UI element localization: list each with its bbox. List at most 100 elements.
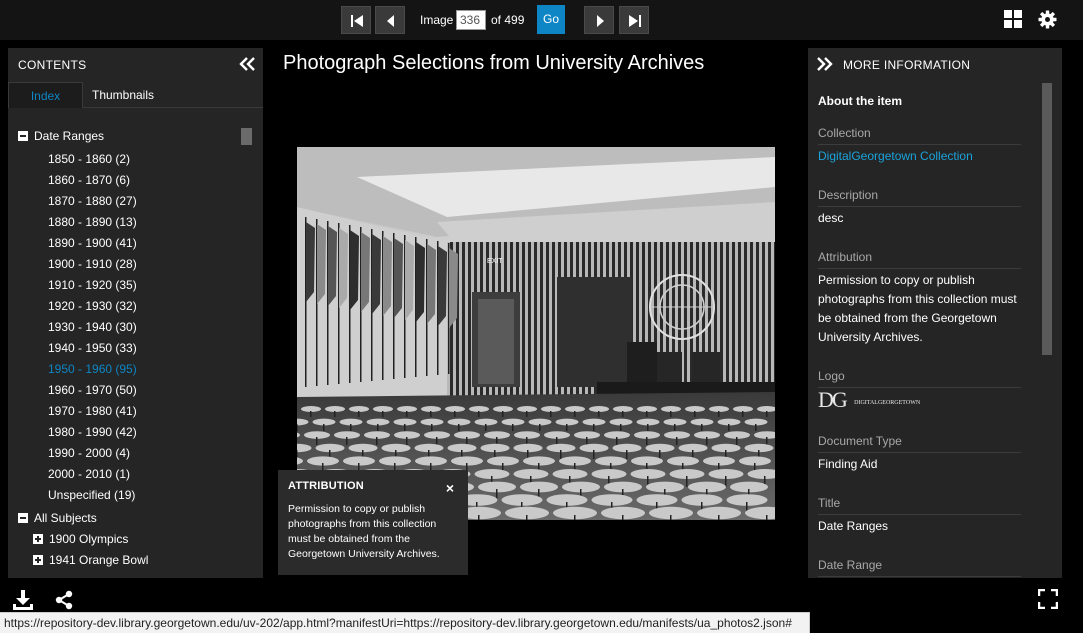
tree-item-label: 1920 - 1930 (32) bbox=[48, 299, 137, 313]
collection-link[interactable]: DigitalGeorgetown Collection bbox=[818, 147, 1021, 166]
photo-exit-sign: EXIT bbox=[487, 258, 503, 265]
tree-item-label: 1930 - 1940 (30) bbox=[48, 320, 137, 334]
browser-status-url: https://repository-dev.library.georgetow… bbox=[0, 612, 810, 633]
field-value-attribution: Permission to copy or publish photograph… bbox=[818, 273, 1017, 344]
attribution-popup-title: ATTRIBUTION bbox=[288, 480, 364, 492]
settings-gear-icon[interactable] bbox=[1038, 10, 1057, 29]
last-page-icon bbox=[629, 15, 641, 27]
previous-page-button[interactable] bbox=[375, 6, 405, 34]
last-page-button[interactable] bbox=[619, 6, 649, 34]
tree-node-date-ranges[interactable]: Date Ranges bbox=[18, 126, 104, 146]
tree-item-label: 1940 - 1950 (33) bbox=[48, 341, 137, 355]
first-page-icon bbox=[351, 15, 363, 27]
tree-item-date-range[interactable]: 1920 - 1930 (32) bbox=[48, 296, 137, 316]
tree-item-date-range[interactable]: Unspecified (19) bbox=[48, 485, 135, 505]
field-label-collection: Collection bbox=[818, 126, 1021, 145]
tree-item-date-range[interactable]: 1960 - 1970 (50) bbox=[48, 380, 137, 400]
download-icon[interactable] bbox=[12, 589, 34, 611]
tree-item-date-range[interactable]: 1890 - 1900 (41) bbox=[48, 233, 137, 253]
tree-item-date-range[interactable]: 2000 - 2010 (1) bbox=[48, 464, 130, 484]
more-information-panel: MORE INFORMATION About the item Collecti… bbox=[808, 48, 1062, 578]
tree-item-label: 1941 Orange Bowl bbox=[49, 553, 149, 567]
field-value-document-type: Finding Aid bbox=[818, 457, 878, 471]
tree-node-subject[interactable]: 1941 Orange Bowl bbox=[33, 550, 148, 570]
close-icon[interactable]: × bbox=[446, 480, 454, 496]
tree-item-date-range[interactable]: 1930 - 1940 (30) bbox=[48, 317, 137, 337]
field-label-attribution: Attribution bbox=[818, 250, 1021, 269]
tree-item-date-range[interactable]: 1880 - 1890 (13) bbox=[48, 212, 137, 232]
auditorium-photo-illustration: EXIT bbox=[297, 147, 775, 520]
field-label-description: Description bbox=[818, 188, 1021, 207]
tree-node-subject[interactable]: 1900 Olympics bbox=[33, 529, 128, 549]
field-label-title: Title bbox=[818, 496, 1021, 515]
archive-photo[interactable]: EXIT bbox=[297, 147, 775, 520]
more-information-title: MORE INFORMATION bbox=[843, 58, 971, 72]
tree-item-label: 1870 - 1880 (27) bbox=[48, 194, 137, 208]
tree-item-date-range[interactable]: 1910 - 1920 (35) bbox=[48, 275, 137, 295]
tree-item-label: 1880 - 1890 (13) bbox=[48, 215, 137, 229]
contents-panel: CONTENTS Index Thumbnails Date Ranges 185… bbox=[8, 48, 263, 578]
collapse-minus-icon[interactable] bbox=[18, 512, 28, 523]
tree-item-date-range[interactable]: 1950 - 1960 (95) bbox=[48, 359, 137, 379]
tree-item-label: 1960 - 1970 (50) bbox=[48, 383, 137, 397]
attribution-popup: ATTRIBUTION × Permission to copy or publ… bbox=[278, 470, 468, 575]
field-label-date-range: Date Range bbox=[818, 558, 1021, 577]
collection-logo: DG DIGITALGEORGETOWN bbox=[818, 387, 1021, 414]
tree-node-all-subjects[interactable]: All Subjects bbox=[18, 508, 97, 528]
tree-item-date-range[interactable]: 1900 - 1910 (28) bbox=[48, 254, 137, 274]
share-icon[interactable] bbox=[54, 590, 74, 610]
tree-item-label: All Subjects bbox=[34, 511, 97, 525]
tree-item-date-range[interactable]: 1860 - 1870 (6) bbox=[48, 170, 130, 190]
tab-index[interactable]: Index bbox=[8, 82, 83, 108]
tree-item-date-range[interactable]: 1980 - 1990 (42) bbox=[48, 422, 137, 442]
field-label-document-type: Document Type bbox=[818, 434, 1021, 453]
field-value-description: desc bbox=[818, 211, 844, 225]
tree-item-label: Unspecified (19) bbox=[48, 488, 136, 502]
contents-tabs: Index Thumbnails bbox=[8, 82, 263, 108]
tree-item-label: Date Ranges bbox=[34, 129, 105, 143]
tree-item-date-range[interactable]: 1990 - 2000 (4) bbox=[48, 443, 130, 463]
tree-item-date-range[interactable]: 1850 - 1860 (2) bbox=[48, 149, 130, 169]
tree-item-label: 1860 - 1870 (6) bbox=[48, 173, 131, 187]
expand-right-icon[interactable] bbox=[816, 57, 833, 71]
tree-item-label: 1950 - 1960 (95) bbox=[48, 362, 137, 376]
tab-thumbnails[interactable]: Thumbnails bbox=[88, 82, 158, 108]
tree-item-date-range[interactable]: 1970 - 1980 (41) bbox=[48, 401, 137, 421]
fullscreen-icon[interactable] bbox=[1038, 589, 1058, 609]
tree-item-label: 2000 - 2010 (1) bbox=[48, 467, 131, 481]
contents-scrollbar[interactable] bbox=[241, 128, 252, 145]
tree-item-label: 1900 Olympics bbox=[49, 532, 129, 546]
image-label: Image bbox=[420, 13, 454, 27]
attribution-popup-text: Permission to copy or publish photograph… bbox=[288, 503, 440, 560]
tree-item-label: 1990 - 2000 (4) bbox=[48, 446, 131, 460]
tree-item-label: 1970 - 1980 (41) bbox=[48, 404, 137, 418]
logo-initials: DG bbox=[818, 387, 848, 412]
first-page-button[interactable] bbox=[341, 6, 371, 34]
logo-wordmark: DIGITALGEORGETOWN bbox=[854, 400, 921, 407]
collapse-minus-icon[interactable] bbox=[18, 130, 28, 141]
more-information-scrollbar[interactable] bbox=[1042, 83, 1052, 355]
expand-plus-icon[interactable] bbox=[33, 554, 43, 565]
gallery-grid-icon[interactable] bbox=[1004, 10, 1022, 28]
next-page-icon bbox=[597, 15, 604, 27]
go-button[interactable]: Go bbox=[537, 5, 565, 34]
next-page-button[interactable] bbox=[584, 6, 614, 34]
collapse-left-icon[interactable] bbox=[239, 57, 256, 71]
tree-item-label: 1900 - 1910 (28) bbox=[48, 257, 137, 271]
field-label-logo: Logo bbox=[818, 369, 1021, 388]
tree-item-label: 1890 - 1900 (41) bbox=[48, 236, 137, 250]
field-value-title: Date Ranges bbox=[818, 519, 889, 533]
tree-item-label: 1980 - 1990 (42) bbox=[48, 425, 137, 439]
tree-item-date-range[interactable]: 1870 - 1880 (27) bbox=[48, 191, 137, 211]
document-title: Photograph Selections from University Ar… bbox=[283, 52, 705, 74]
previous-page-icon bbox=[387, 15, 394, 27]
expand-plus-icon[interactable] bbox=[33, 533, 43, 544]
image-total-label: of 499 bbox=[491, 13, 525, 27]
tree-item-label: 1850 - 1860 (2) bbox=[48, 152, 131, 166]
contents-title: CONTENTS bbox=[18, 58, 87, 72]
about-item-heading: About the item bbox=[818, 94, 902, 108]
image-number-input[interactable] bbox=[456, 10, 486, 30]
tree-item-label: 1910 - 1920 (35) bbox=[48, 278, 137, 292]
top-toolbar: Image of 499 Go bbox=[0, 0, 1083, 40]
tree-item-date-range[interactable]: 1940 - 1950 (33) bbox=[48, 338, 137, 358]
